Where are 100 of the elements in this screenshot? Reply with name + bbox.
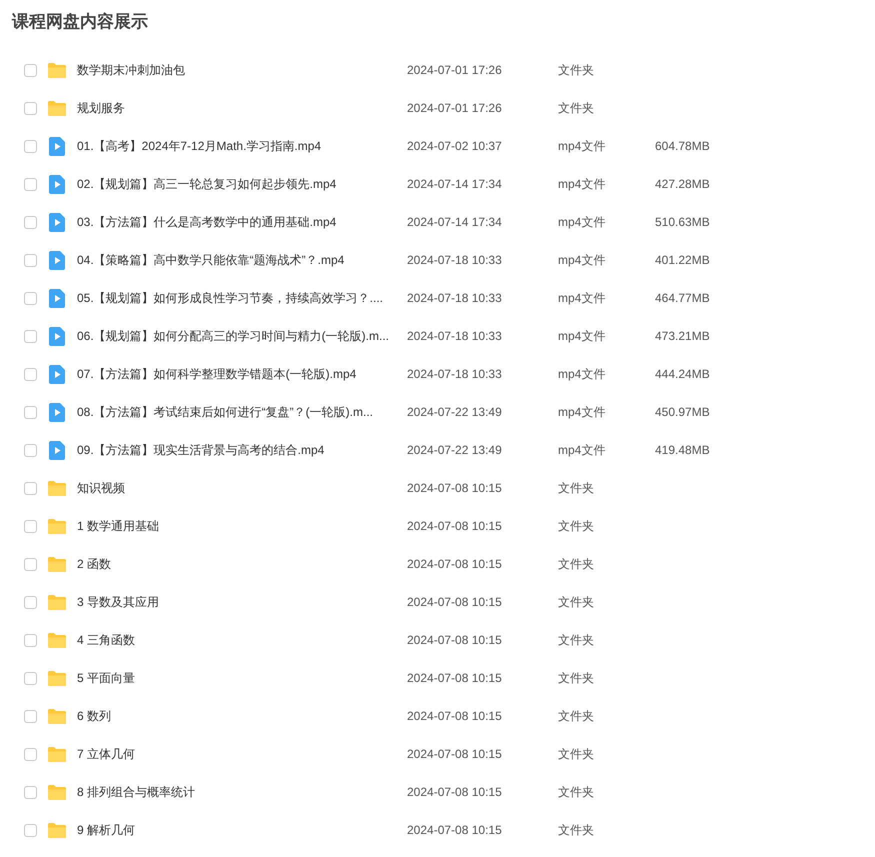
checkbox[interactable]	[24, 482, 37, 494]
file-size: 473.21MB	[655, 329, 711, 343]
file-name[interactable]: 03.【方法篇】什么是高考数学中的通用基础.mp4	[77, 214, 397, 230]
file-name[interactable]: 4 三角函数	[77, 632, 397, 648]
checkbox[interactable]	[24, 102, 37, 114]
folder-icon	[47, 556, 67, 572]
file-name[interactable]: 02.【规划篇】高三一轮总复习如何起步领先.mp4	[77, 176, 397, 192]
modified-date: 2024-07-01 17:26	[407, 101, 503, 115]
modified-date: 2024-07-14 17:34	[407, 177, 503, 191]
file-name[interactable]: 数学期末冲刺加油包	[77, 62, 397, 78]
modified-date: 2024-07-08 10:15	[407, 557, 503, 571]
file-name[interactable]: 05.【规划篇】如何形成良性学习节奏，持续高效学习？....	[77, 290, 397, 306]
video-file-icon	[49, 364, 65, 384]
file-size: 419.48MB	[655, 443, 711, 457]
modified-date: 2024-07-08 10:15	[407, 709, 503, 723]
checkbox[interactable]	[24, 558, 37, 570]
modified-date: 2024-07-18 10:33	[407, 367, 503, 381]
checkbox[interactable]	[24, 292, 37, 304]
file-name[interactable]: 1 数学通用基础	[77, 518, 397, 534]
checkbox[interactable]	[24, 748, 37, 760]
video-file-icon	[49, 402, 65, 422]
file-name[interactable]: 08.【方法篇】考试结束后如何进行“复盘”？(一轮版).m...	[77, 404, 397, 420]
modified-date: 2024-07-22 13:49	[407, 443, 503, 457]
file-type: 文件夹	[558, 746, 595, 762]
file-size: 401.22MB	[655, 253, 711, 267]
file-type: 文件夹	[558, 822, 595, 838]
file-size: 510.63MB	[655, 215, 711, 229]
checkbox[interactable]	[24, 216, 37, 228]
file-type: mp4文件	[558, 328, 606, 344]
file-size: 444.24MB	[655, 367, 711, 381]
folder-icon	[47, 594, 67, 610]
modified-date: 2024-07-14 17:34	[407, 215, 503, 229]
file-type: mp4文件	[558, 176, 606, 192]
checkbox[interactable]	[24, 596, 37, 608]
checkbox[interactable]	[24, 254, 37, 266]
folder-icon	[47, 518, 67, 534]
file-type: 文件夹	[558, 100, 595, 116]
video-file-icon	[49, 212, 65, 232]
checkbox[interactable]	[24, 786, 37, 798]
folder-icon	[47, 746, 67, 762]
file-type: mp4文件	[558, 214, 606, 230]
folder-icon	[47, 632, 67, 648]
video-file-icon	[49, 250, 65, 270]
file-name[interactable]: 06.【规划篇】如何分配高三的学习时间与精力(一轮版).m...	[77, 328, 397, 344]
folder-icon	[47, 480, 67, 496]
checkbox[interactable]	[24, 140, 37, 152]
folder-icon	[47, 670, 67, 686]
file-type: 文件夹	[558, 784, 595, 800]
file-type: mp4文件	[558, 290, 606, 306]
file-type: 文件夹	[558, 518, 595, 534]
file-name[interactable]: 6 数列	[77, 708, 397, 724]
file-type: 文件夹	[558, 670, 595, 686]
folder-icon	[47, 62, 67, 78]
folder-icon	[47, 100, 67, 116]
video-file-icon	[49, 288, 65, 308]
file-name[interactable]: 7 立体几何	[77, 746, 397, 762]
checkbox[interactable]	[24, 824, 37, 836]
file-name[interactable]: 2 函数	[77, 556, 397, 572]
checkbox[interactable]	[24, 330, 37, 342]
file-type: 文件夹	[558, 480, 595, 496]
video-file-icon	[49, 440, 65, 460]
modified-date: 2024-07-08 10:15	[407, 785, 503, 799]
file-name[interactable]: 知识视频	[77, 480, 397, 496]
checkbox[interactable]	[24, 634, 37, 646]
file-type: 文件夹	[558, 632, 595, 648]
file-type: 文件夹	[558, 708, 595, 724]
file-name[interactable]: 01.【高考】2024年7-12月Math.学习指南.mp4	[77, 138, 397, 154]
file-name[interactable]: 07.【方法篇】如何科学整理数学错题本(一轮版).mp4	[77, 366, 397, 382]
checkbox[interactable]	[24, 64, 37, 76]
folder-icon	[47, 784, 67, 800]
checkbox[interactable]	[24, 710, 37, 722]
folder-icon	[47, 822, 67, 838]
video-file-icon	[49, 326, 65, 346]
file-size: 604.78MB	[655, 139, 711, 153]
file-name[interactable]: 规划服务	[77, 100, 397, 116]
file-name[interactable]: 5 平面向量	[77, 670, 397, 686]
checkbox[interactable]	[24, 178, 37, 190]
checkbox[interactable]	[24, 672, 37, 684]
file-type: 文件夹	[558, 594, 595, 610]
file-name[interactable]: 8 排列组合与概率统计	[77, 784, 397, 800]
video-file-icon	[49, 174, 65, 194]
modified-date: 2024-07-02 10:37	[407, 139, 503, 153]
file-name[interactable]: 9 解析几何	[77, 822, 397, 838]
checkbox[interactable]	[24, 406, 37, 418]
file-type: 文件夹	[558, 556, 595, 572]
folder-icon	[47, 708, 67, 724]
modified-date: 2024-07-08 10:15	[407, 747, 503, 761]
file-name[interactable]: 04.【策略篇】高中数学只能依靠“题海战术”？.mp4	[77, 252, 397, 268]
checkbox[interactable]	[24, 444, 37, 456]
video-file-icon	[49, 136, 65, 156]
checkbox[interactable]	[24, 368, 37, 380]
modified-date: 2024-07-18 10:33	[407, 253, 503, 267]
file-size: 427.28MB	[655, 177, 711, 191]
checkbox[interactable]	[24, 520, 37, 532]
modified-date: 2024-07-18 10:33	[407, 291, 503, 305]
file-name[interactable]: 3 导数及其应用	[77, 594, 397, 610]
page-title: 课程网盘内容展示	[12, 11, 149, 33]
file-type: mp4文件	[558, 442, 606, 458]
file-size: 450.97MB	[655, 405, 711, 419]
file-name[interactable]: 09.【方法篇】现实生活背景与高考的结合.mp4	[77, 442, 397, 458]
